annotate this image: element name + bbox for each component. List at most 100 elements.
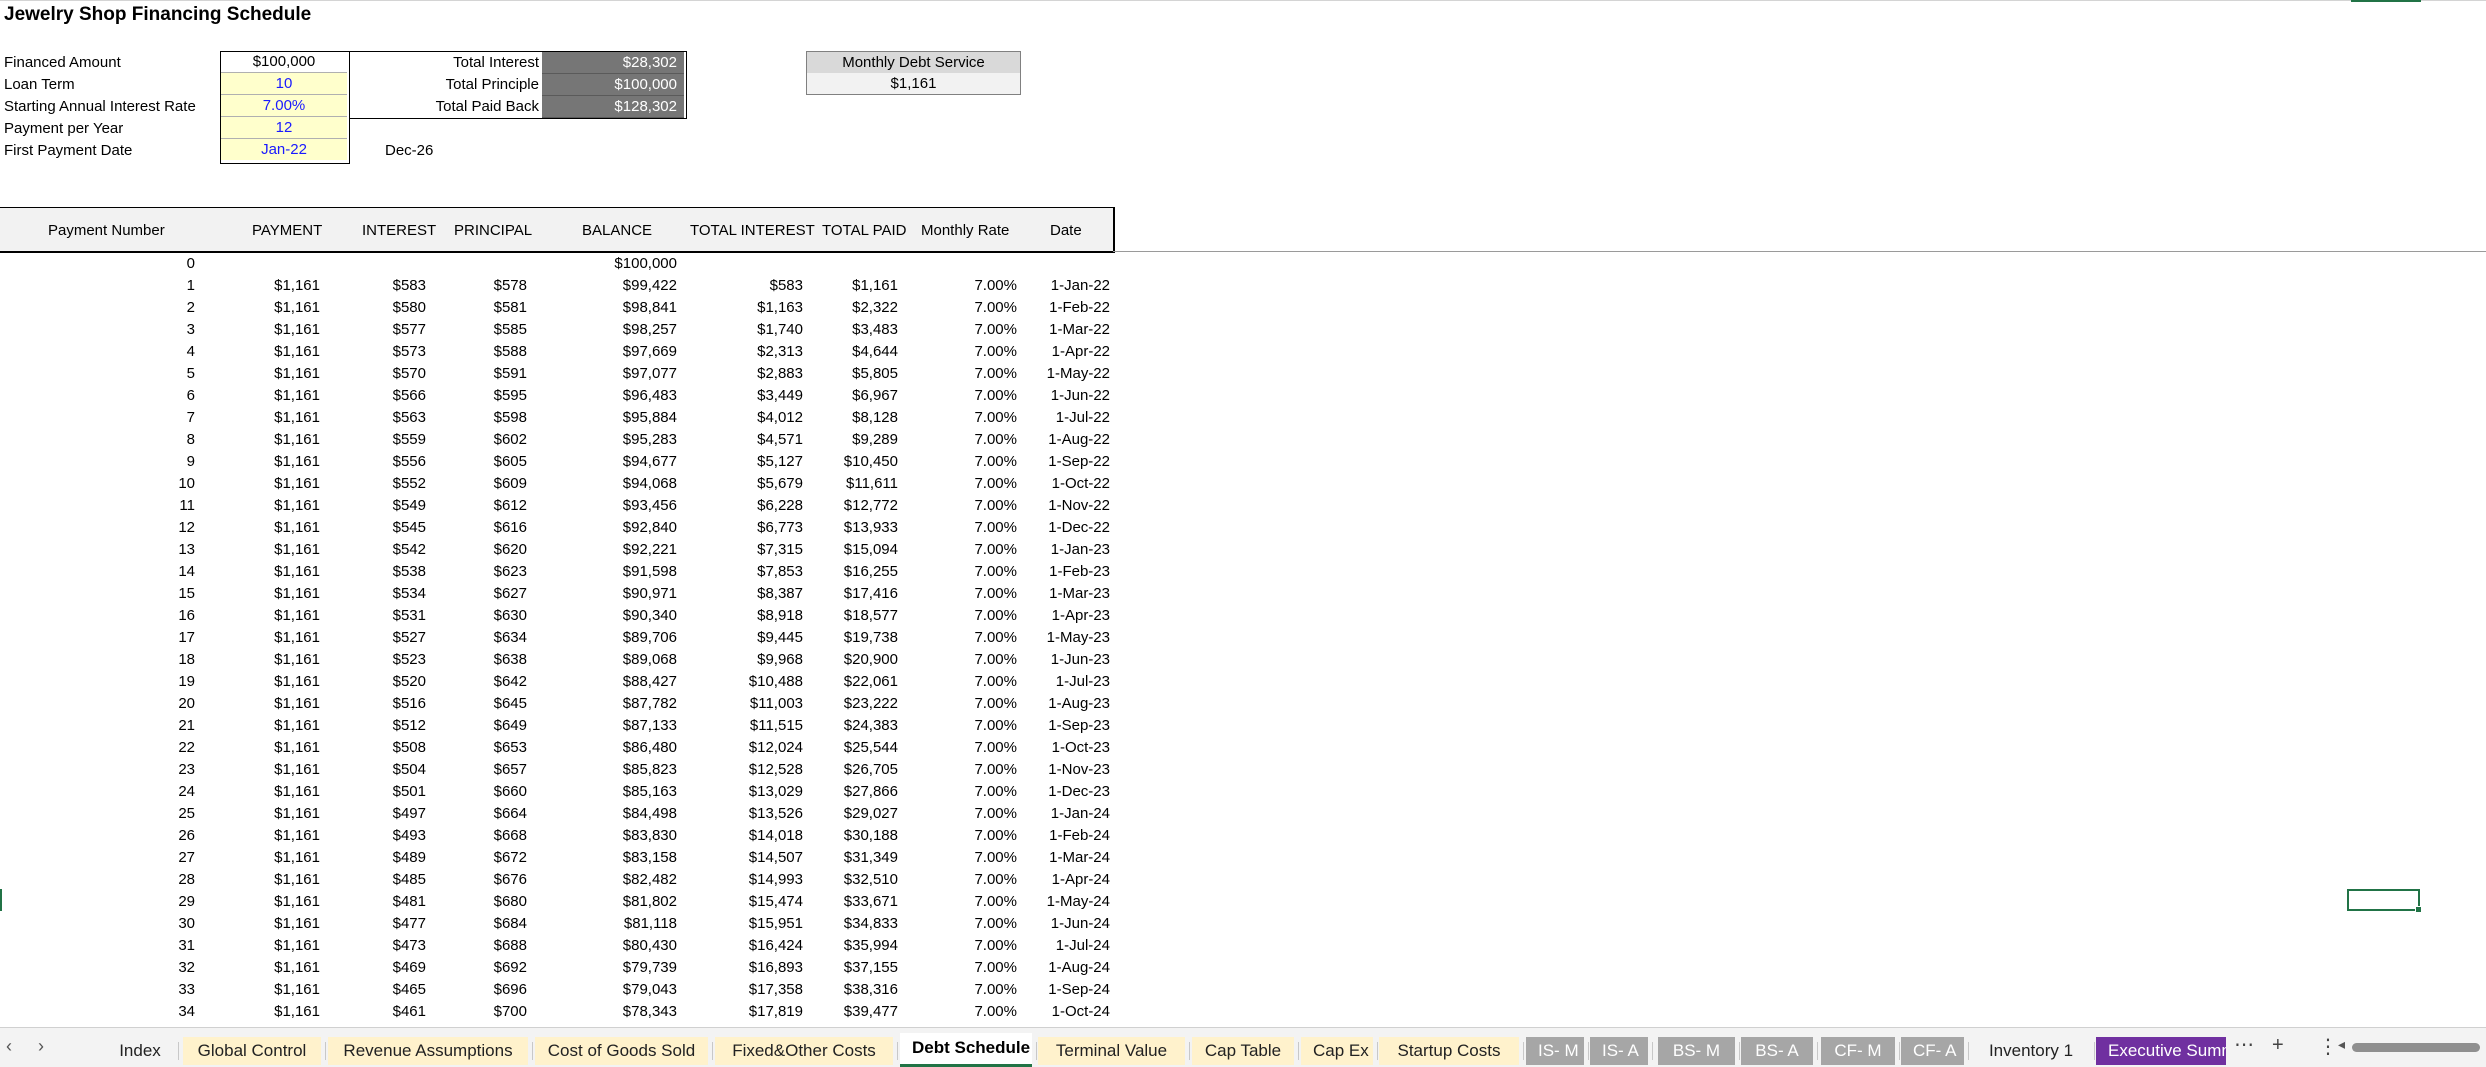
- table-cell[interactable]: 1-Aug-24: [1048, 957, 1110, 979]
- plus-icon[interactable]: +: [2272, 1034, 2284, 1057]
- table-cell[interactable]: $1,161: [274, 517, 320, 539]
- table-cell[interactable]: $33,671: [844, 891, 898, 913]
- table-cell[interactable]: $649: [494, 715, 527, 737]
- tab-debt-schedule[interactable]: Debt Schedule: [900, 1033, 1032, 1067]
- table-cell[interactable]: $1,161: [274, 781, 320, 803]
- table-cell[interactable]: $1,161: [274, 583, 320, 605]
- table-cell[interactable]: $493: [393, 825, 426, 847]
- table-cell[interactable]: $92,221: [623, 539, 677, 561]
- table-cell[interactable]: $22,061: [844, 671, 898, 693]
- table-cell[interactable]: $1,161: [274, 297, 320, 319]
- table-cell[interactable]: $30,188: [844, 825, 898, 847]
- table-cell[interactable]: $1,161: [274, 495, 320, 517]
- table-cell[interactable]: 1-Apr-22: [1052, 341, 1110, 363]
- table-cell[interactable]: $552: [393, 473, 426, 495]
- table-cell[interactable]: 30: [178, 913, 195, 935]
- table-cell[interactable]: $7,853: [757, 561, 803, 583]
- tab-is-m[interactable]: IS- M: [1526, 1037, 1584, 1065]
- table-cell[interactable]: 1-Nov-22: [1048, 495, 1110, 517]
- table-cell[interactable]: $700: [494, 1001, 527, 1023]
- table-cell[interactable]: $461: [393, 1001, 426, 1023]
- table-cell[interactable]: $623: [494, 561, 527, 583]
- table-cell[interactable]: 7.00%: [974, 341, 1017, 363]
- table-cell[interactable]: $642: [494, 671, 527, 693]
- table-cell[interactable]: $1,161: [274, 715, 320, 737]
- table-cell[interactable]: 1-Feb-24: [1049, 825, 1110, 847]
- table-cell[interactable]: 29: [178, 891, 195, 913]
- table-cell[interactable]: $469: [393, 957, 426, 979]
- table-cell[interactable]: 2: [187, 297, 195, 319]
- table-cell[interactable]: 15: [178, 583, 195, 605]
- table-cell[interactable]: $581: [494, 297, 527, 319]
- table-cell[interactable]: $1,161: [274, 561, 320, 583]
- table-cell[interactable]: $10,488: [749, 671, 803, 693]
- table-cell[interactable]: 33: [178, 979, 195, 1001]
- table-cell[interactable]: $1,161: [274, 693, 320, 715]
- table-cell[interactable]: $578: [494, 275, 527, 297]
- table-cell[interactable]: $668: [494, 825, 527, 847]
- table-cell[interactable]: 1-Jun-22: [1051, 385, 1110, 407]
- horizontal-scrollbar[interactable]: [2352, 1043, 2480, 1052]
- monthly-debt-service-value[interactable]: $1,161: [806, 73, 1021, 95]
- table-cell[interactable]: 23: [178, 759, 195, 781]
- table-cell[interactable]: $2,883: [757, 363, 803, 385]
- table-cell[interactable]: $19,738: [844, 627, 898, 649]
- column-header[interactable]: Date: [1050, 221, 1082, 241]
- table-cell[interactable]: $489: [393, 847, 426, 869]
- table-cell[interactable]: $26,705: [844, 759, 898, 781]
- table-cell[interactable]: $11,515: [750, 715, 803, 737]
- table-cell[interactable]: 1-Aug-22: [1048, 429, 1110, 451]
- table-cell[interactable]: $78,343: [623, 1001, 677, 1023]
- table-cell[interactable]: $602: [494, 429, 527, 451]
- table-cell[interactable]: 7.00%: [974, 319, 1017, 341]
- table-cell[interactable]: $8,918: [757, 605, 803, 627]
- table-cell[interactable]: 7.00%: [974, 385, 1017, 407]
- table-cell[interactable]: $94,677: [623, 451, 677, 473]
- table-cell[interactable]: $497: [393, 803, 426, 825]
- table-cell[interactable]: $88,427: [623, 671, 677, 693]
- table-cell[interactable]: $4,644: [852, 341, 898, 363]
- table-cell[interactable]: $16,255: [844, 561, 898, 583]
- table-cell[interactable]: $20,900: [844, 649, 898, 671]
- table-cell[interactable]: $39,477: [844, 1001, 898, 1023]
- column-header[interactable]: PAYMENT: [252, 221, 322, 241]
- tab-is-a[interactable]: IS- A: [1590, 1037, 1648, 1065]
- table-cell[interactable]: 1-Apr-24: [1052, 869, 1110, 891]
- table-cell[interactable]: 7.00%: [974, 957, 1017, 979]
- table-cell[interactable]: 7.00%: [974, 825, 1017, 847]
- table-cell[interactable]: 7.00%: [974, 891, 1017, 913]
- tab-startup-costs[interactable]: Startup Costs: [1379, 1037, 1519, 1065]
- table-cell[interactable]: $18,577: [844, 605, 898, 627]
- table-cell[interactable]: $672: [494, 847, 527, 869]
- table-cell[interactable]: 28: [178, 869, 195, 891]
- tab-executive-summ[interactable]: Executive Summ: [2096, 1037, 2226, 1065]
- table-cell[interactable]: 12: [178, 517, 195, 539]
- table-cell[interactable]: $1,161: [274, 473, 320, 495]
- tab-index[interactable]: Index: [106, 1037, 174, 1065]
- table-cell[interactable]: 1-Dec-22: [1048, 517, 1110, 539]
- table-cell[interactable]: $1,161: [274, 1001, 320, 1023]
- table-cell[interactable]: 1-Jul-24: [1056, 935, 1110, 957]
- table-cell[interactable]: 14: [178, 561, 195, 583]
- table-cell[interactable]: $634: [494, 627, 527, 649]
- table-cell[interactable]: $1,161: [274, 605, 320, 627]
- table-cell[interactable]: $1,161: [852, 275, 898, 297]
- table-cell[interactable]: $87,133: [623, 715, 677, 737]
- table-cell[interactable]: 7.00%: [974, 649, 1017, 671]
- table-cell[interactable]: $660: [494, 781, 527, 803]
- tab-cf-m[interactable]: CF- M: [1821, 1037, 1895, 1065]
- table-cell[interactable]: $598: [494, 407, 527, 429]
- table-cell[interactable]: 7.00%: [974, 715, 1017, 737]
- table-cell[interactable]: $1,161: [274, 451, 320, 473]
- table-cell[interactable]: 7.00%: [974, 759, 1017, 781]
- table-cell[interactable]: $16,424: [749, 935, 803, 957]
- table-cell[interactable]: $531: [393, 605, 426, 627]
- table-cell[interactable]: $2,322: [852, 297, 898, 319]
- table-cell[interactable]: 16: [178, 605, 195, 627]
- table-cell[interactable]: $556: [393, 451, 426, 473]
- table-cell[interactable]: $98,257: [623, 319, 677, 341]
- scroll-left-icon[interactable]: ◂: [2338, 1036, 2345, 1053]
- table-cell[interactable]: 7.00%: [974, 847, 1017, 869]
- table-cell[interactable]: $559: [393, 429, 426, 451]
- table-cell[interactable]: $17,358: [749, 979, 803, 1001]
